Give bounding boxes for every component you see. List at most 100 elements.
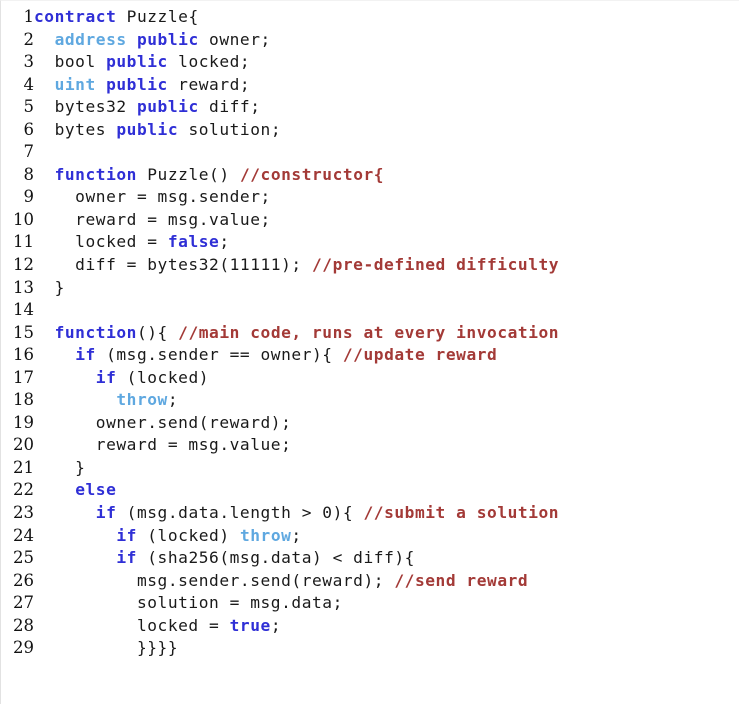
line-code: uint public reward; bbox=[34, 74, 739, 97]
line-code: } bbox=[34, 277, 739, 300]
line-code: if (locked) bbox=[34, 367, 739, 390]
code-token-plain: } bbox=[34, 277, 65, 297]
code-token-plain: ; bbox=[291, 525, 302, 545]
code-line: 3 bool public locked; bbox=[1, 51, 739, 74]
code-line: 23 if (msg.data.length > 0){ //submit a … bbox=[1, 502, 739, 525]
code-token-type: uint bbox=[54, 74, 96, 94]
code-token-keyword: if bbox=[116, 548, 137, 568]
code-token-plain: (locked) bbox=[116, 367, 210, 387]
line-number: 28 bbox=[13, 615, 34, 635]
code-line: 9 owner = msg.sender; bbox=[1, 186, 739, 209]
code-token-type: address bbox=[54, 29, 127, 49]
code-token-keyword: public bbox=[106, 52, 168, 72]
line-number: 4 bbox=[23, 74, 35, 94]
line-number: 3 bbox=[23, 52, 35, 72]
code-token-plain: } bbox=[34, 457, 86, 477]
line-number: 26 bbox=[13, 570, 34, 590]
line-code: msg.sender.send(reward); //send reward bbox=[34, 570, 739, 593]
line-number: 24 bbox=[13, 525, 34, 545]
line-code: bytes32 public diff; bbox=[34, 96, 739, 119]
line-number: 5 bbox=[23, 97, 35, 117]
code-line: 26 msg.sender.send(reward); //send rewar… bbox=[1, 570, 739, 593]
code-token-plain: Puzzle() bbox=[136, 164, 240, 184]
line-number: 9 bbox=[23, 187, 35, 207]
code-token-comment: //main code, runs at every invocation bbox=[178, 322, 560, 342]
code-token-comment: //send reward bbox=[394, 570, 529, 590]
code-token-plain: bool bbox=[34, 52, 107, 72]
line-code: if (msg.data.length > 0){ //submit a sol… bbox=[34, 502, 739, 525]
code-token-keyword: if bbox=[116, 525, 137, 545]
line-code: }}}} bbox=[34, 637, 739, 660]
code-line: 2 address public owner; bbox=[1, 29, 739, 52]
line-code: else bbox=[34, 479, 739, 502]
code-token-plain: (){ bbox=[136, 322, 179, 342]
line-code: throw; bbox=[34, 389, 739, 412]
code-token-plain: (msg.sender == owner){ bbox=[95, 345, 343, 365]
line-number: 11 bbox=[13, 232, 34, 252]
line-code: function Puzzle() //constructor{ bbox=[34, 164, 739, 187]
code-token-keyword: public bbox=[136, 97, 199, 117]
line-code: reward = msg.value; bbox=[34, 434, 739, 457]
line-code: locked = true; bbox=[34, 615, 739, 638]
code-token-keyword: function bbox=[54, 164, 137, 184]
code-token-comment: //update reward bbox=[342, 345, 498, 365]
line-number: 29 bbox=[13, 638, 34, 658]
line-number: 14 bbox=[13, 300, 34, 320]
code-token-plain: reward; bbox=[167, 74, 251, 94]
code-line: 27 solution = msg.data; bbox=[1, 592, 739, 615]
code-line: 7 bbox=[1, 141, 739, 164]
code-token-plain: ; bbox=[167, 390, 179, 410]
code-token-plain: solution; bbox=[178, 119, 282, 139]
line-code: bytes public solution; bbox=[34, 119, 739, 142]
line-number: 19 bbox=[13, 412, 34, 432]
line-number: 8 bbox=[23, 164, 35, 184]
line-code: reward = msg.value; bbox=[34, 209, 739, 232]
code-line: 17 if (locked) bbox=[1, 367, 739, 390]
code-line: 13 } bbox=[1, 277, 739, 300]
line-code: address public owner; bbox=[34, 29, 739, 52]
line-number: 20 bbox=[13, 435, 34, 455]
code-token-plain: (msg.data.length > 0){ bbox=[116, 503, 364, 523]
code-token-plain: locked = bbox=[34, 615, 230, 635]
code-token-plain: locked; bbox=[167, 52, 251, 72]
code-token-type: throw bbox=[116, 390, 168, 410]
code-token-plain: (locked) bbox=[136, 525, 240, 545]
code-line: 20 reward = msg.value; bbox=[1, 434, 739, 457]
code-line: 4 uint public reward; bbox=[1, 74, 739, 97]
code-token-keyword: if bbox=[95, 367, 117, 387]
code-token-comment: //submit a solution bbox=[363, 503, 560, 523]
code-token-plain: owner; bbox=[198, 29, 271, 49]
code-line: 5 bytes32 public diff; bbox=[1, 96, 739, 119]
code-token-plain: msg.sender.send(reward); bbox=[34, 570, 395, 590]
code-line: 6 bytes public solution; bbox=[1, 119, 739, 142]
line-number: 22 bbox=[13, 480, 34, 500]
code-token-keyword: true bbox=[229, 615, 271, 635]
code-token-plain: diff = bytes32(11111); bbox=[34, 255, 312, 275]
code-listing[interactable]: 1 contract Puzzle{2 address public owner;… bbox=[0, 0, 739, 704]
code-line: 22 else bbox=[1, 479, 739, 502]
code-token-keyword: public bbox=[106, 74, 168, 94]
code-line: 14 bbox=[1, 299, 739, 322]
code-token-keyword: function bbox=[54, 322, 137, 342]
line-code: function(){ //main code, runs at every i… bbox=[34, 322, 739, 345]
line-number: 18 bbox=[13, 390, 34, 410]
code-token-keyword: if bbox=[75, 345, 96, 365]
code-token-plain: (sha256(msg.data) < diff){ bbox=[136, 548, 415, 568]
line-code: owner = msg.sender; bbox=[34, 186, 739, 209]
line-code: if (msg.sender == owner){ //update rewar… bbox=[34, 344, 739, 367]
line-number: 1 bbox=[23, 7, 35, 26]
code-line: 21 } bbox=[1, 457, 739, 480]
code-token-plain: bytes bbox=[34, 119, 117, 139]
code-token-plain: reward = msg.value; bbox=[34, 435, 292, 455]
code-token-keyword: contract bbox=[34, 7, 127, 26]
code-token-keyword: public bbox=[136, 29, 199, 49]
line-code: } bbox=[34, 457, 739, 480]
line-code: locked = false; bbox=[34, 231, 739, 254]
code-token-plain: bytes32 bbox=[34, 97, 137, 117]
